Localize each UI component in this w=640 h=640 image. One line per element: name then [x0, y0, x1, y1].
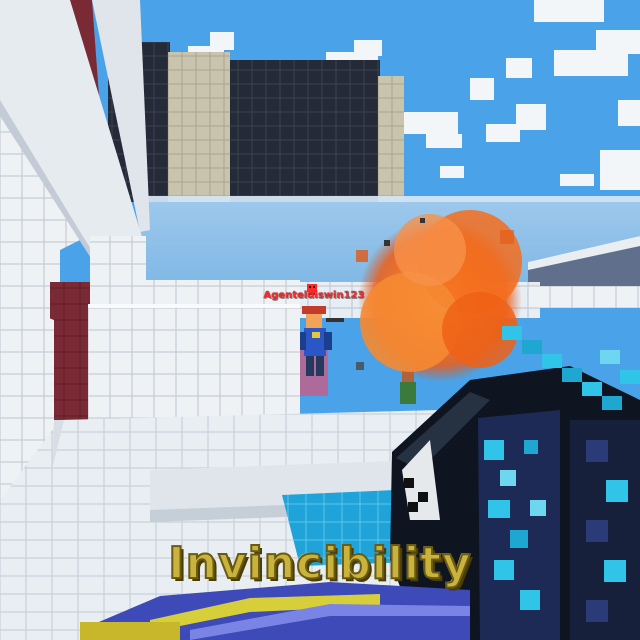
far-building-beige-left [168, 52, 230, 202]
center-block [88, 306, 300, 420]
game-viewport[interactable]: Agenteluiswin123 Invincibility [0, 0, 640, 640]
red-tile-column [50, 282, 92, 422]
far-building-beige-right [378, 76, 404, 202]
enemy-nametag: Agenteluiswin123 [263, 290, 365, 301]
powerup-banner: Invincibility [167, 537, 472, 590]
far-building-dark-right [230, 60, 380, 202]
